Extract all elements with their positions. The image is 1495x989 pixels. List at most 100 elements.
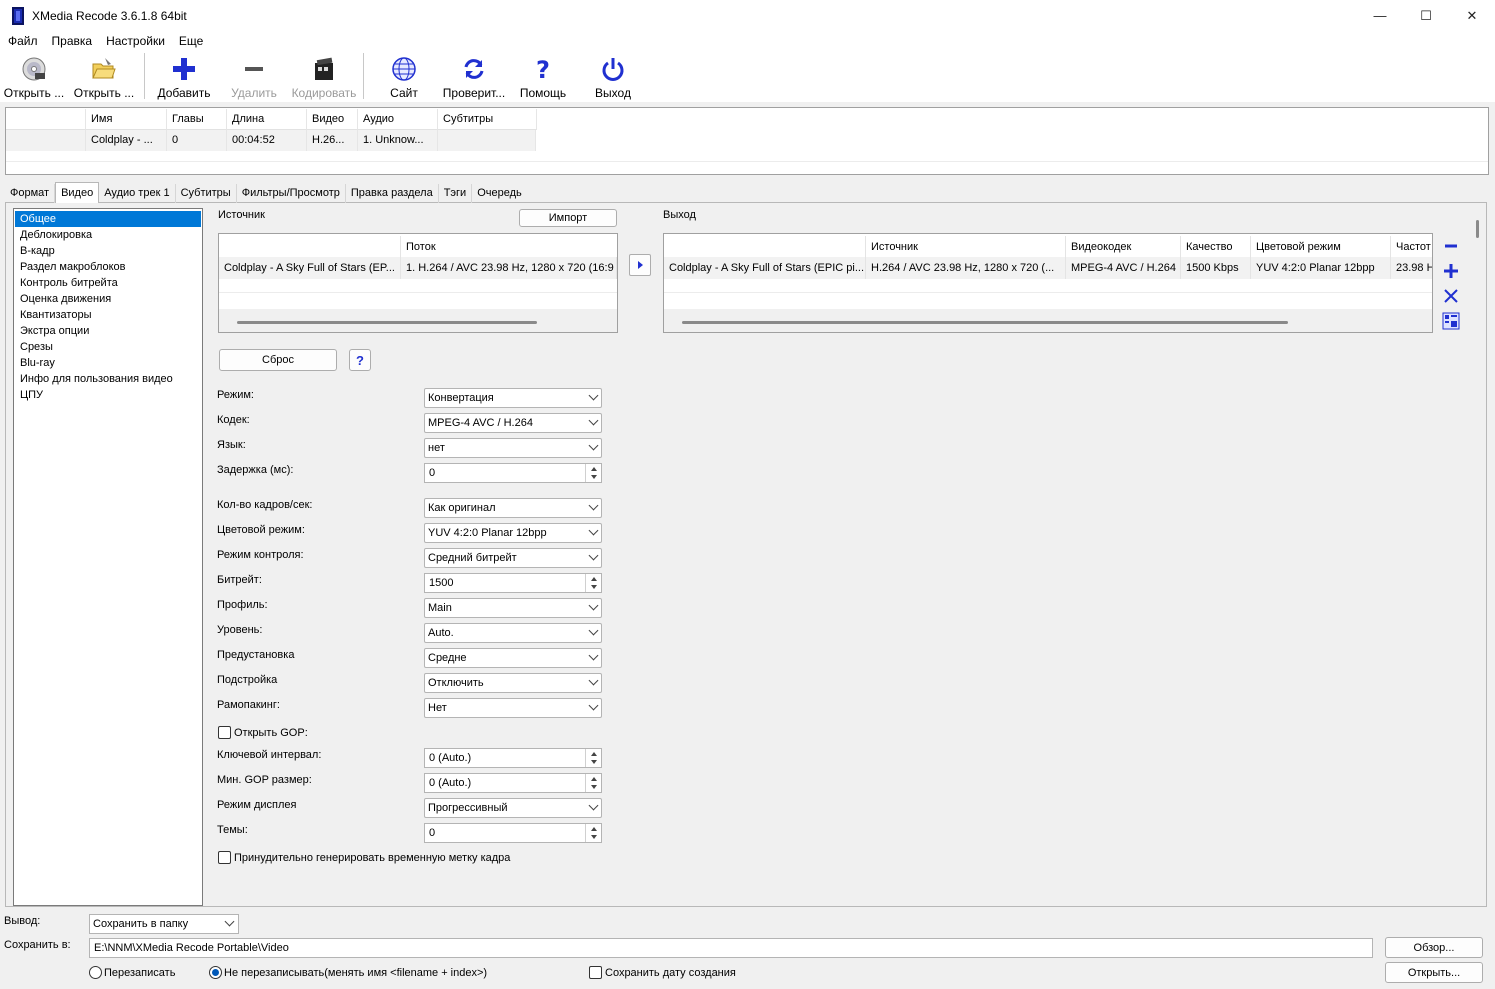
no-overwrite-label: Не перезаписывать(менять имя <filename +… — [224, 967, 488, 979]
tab-video[interactable]: Видео — [55, 182, 100, 203]
column-header-subtitles[interactable]: Субтитры — [438, 109, 537, 130]
tab-queue[interactable]: Очередь — [472, 184, 527, 203]
nav-item-slices[interactable]: Срезы — [15, 339, 201, 355]
color-mode-select[interactable]: YUV 4:2:0 Planar 12bpp — [424, 523, 602, 543]
scrollbar-thumb[interactable] — [682, 321, 1288, 324]
open-disc-button[interactable]: Открыть ... — [0, 51, 68, 101]
nav-item-bitrate-control[interactable]: Контроль битрейта — [15, 275, 201, 291]
menu-settings[interactable]: Настройки — [99, 31, 172, 51]
nav-item-general[interactable]: Общее — [15, 211, 201, 227]
column-header-name[interactable]: Имя — [86, 109, 167, 130]
spin-buttons[interactable] — [585, 464, 601, 482]
spin-buttons[interactable] — [585, 774, 601, 792]
browse-button[interactable]: Обзор... — [1385, 937, 1483, 958]
spin-buttons[interactable] — [585, 824, 601, 842]
min-gop-stepper[interactable]: 0 (Auto.) — [424, 773, 602, 793]
column-header-color-mode[interactable]: Цветовой режим — [1251, 236, 1391, 258]
open-folder-button[interactable]: Открыть... — [1385, 962, 1483, 983]
tab-audio-track-1[interactable]: Аудио трек 1 — [99, 184, 176, 203]
column-header-length[interactable]: Длина — [227, 109, 307, 130]
add-to-output-button[interactable] — [629, 254, 651, 276]
threads-stepper[interactable]: 0 — [424, 823, 602, 843]
column-header[interactable] — [6, 109, 86, 130]
open-gop-checkbox[interactable] — [218, 726, 231, 739]
help-button[interactable]: ? Помощь — [508, 51, 578, 101]
force-timestamp-checkbox[interactable] — [218, 851, 231, 864]
tab-format[interactable]: Формат — [5, 184, 56, 203]
check-updates-button[interactable]: Проверит... — [440, 51, 508, 101]
scrollbar-thumb[interactable] — [237, 321, 537, 324]
nav-item-extra-options[interactable]: Экстра опции — [15, 323, 201, 339]
add-button[interactable]: Добавить — [149, 51, 219, 101]
close-button[interactable]: ✕ — [1449, 0, 1495, 31]
tune-select[interactable]: Отключить — [424, 673, 602, 693]
menu-more[interactable]: Еще — [172, 31, 210, 51]
menu-edit[interactable]: Правка — [45, 31, 100, 51]
tab-subtitles[interactable]: Субтитры — [176, 184, 237, 203]
column-header-chapters[interactable]: Главы — [167, 109, 227, 130]
keep-date-checkbox[interactable] — [589, 966, 602, 979]
fps-select[interactable]: Как оригинал — [424, 498, 602, 518]
maximize-button[interactable]: ☐ — [1403, 0, 1449, 31]
tab-filters-preview[interactable]: Фильтры/Просмотр — [237, 184, 346, 203]
nav-item-b-frame[interactable]: B-кадр — [15, 243, 201, 259]
table-row[interactable]: Coldplay - A Sky Full of Stars (EPIC pi.… — [664, 257, 1432, 279]
mode-select[interactable]: Конвертация — [424, 388, 602, 408]
file-list[interactable]: Имя Главы Длина Видео Аудио Субтитры Col… — [5, 107, 1489, 175]
language-select[interactable]: нет — [424, 438, 602, 458]
question-icon: ? — [529, 55, 557, 83]
preset-select[interactable]: Средне — [424, 648, 602, 668]
tab-tags[interactable]: Тэги — [439, 184, 473, 203]
output-mode-select[interactable]: Сохранить в папку — [89, 914, 239, 934]
nav-item-motion-estimation[interactable]: Оценка движения — [15, 291, 201, 307]
nav-item-macroblocks[interactable]: Раздел макроблоков — [15, 259, 201, 275]
column-header-audio[interactable]: Аудио — [358, 109, 438, 130]
codec-select[interactable]: MPEG-4 AVC / H.264 — [424, 413, 602, 433]
minimize-button[interactable]: — — [1357, 0, 1403, 31]
nav-item-vui[interactable]: Инфо для пользования видео — [15, 371, 201, 387]
rate-control-select[interactable]: Средний битрейт — [424, 548, 602, 568]
reset-button[interactable]: Сброс — [219, 349, 337, 371]
exit-button[interactable]: Выход — [578, 51, 648, 101]
chevron-down-icon — [224, 916, 235, 927]
spin-buttons[interactable] — [585, 749, 601, 767]
table-row[interactable]: Coldplay - A Sky Full of Stars (EP... 1.… — [219, 257, 617, 279]
nav-item-quantizers[interactable]: Квантизаторы — [15, 307, 201, 323]
overwrite-radio[interactable] — [89, 966, 102, 979]
site-button[interactable]: Сайт — [368, 51, 440, 101]
menu-file[interactable]: Файл — [0, 31, 45, 51]
table-row[interactable]: Coldplay - ... 0 00:04:52 H.26... 1. Unk… — [6, 130, 536, 151]
column-header-video[interactable]: Видео — [307, 109, 358, 130]
settings-help-button[interactable]: ? — [349, 349, 371, 371]
remove-button[interactable]: Удалить — [219, 51, 289, 101]
column-header-frequency[interactable]: Частот — [1391, 236, 1432, 258]
source-stream-grid[interactable]: Поток Coldplay - A Sky Full of Stars (EP… — [218, 233, 618, 333]
level-select[interactable]: Auto. — [424, 623, 602, 643]
stream-properties-button[interactable] — [1441, 311, 1461, 331]
profile-select[interactable]: Main — [424, 598, 602, 618]
no-overwrite-radio[interactable] — [209, 966, 222, 979]
column-header-video-codec[interactable]: Видеокодек — [1066, 236, 1181, 258]
display-mode-select[interactable]: Прогрессивный — [424, 798, 602, 818]
nav-item-cpu[interactable]: ЦПУ — [15, 387, 201, 403]
nav-item-bluray[interactable]: Blu-ray — [15, 355, 201, 371]
save-path-input[interactable]: E:\NNM\XMedia Recode Portable\Video — [89, 938, 1373, 958]
import-button[interactable]: Импорт — [519, 209, 617, 227]
bitrate-stepper[interactable]: 1500 — [424, 573, 602, 593]
add-stream-button[interactable] — [1441, 261, 1461, 281]
tab-chapter-edit[interactable]: Правка раздела — [346, 184, 439, 203]
remove-stream-button[interactable] — [1441, 236, 1461, 256]
keyint-stepper[interactable]: 0 (Auto.) — [424, 748, 602, 768]
vertical-scrollbar-thumb[interactable] — [1476, 220, 1479, 238]
encode-button[interactable]: Кодировать — [289, 51, 359, 101]
column-header-quality[interactable]: Качество — [1181, 236, 1251, 258]
clear-streams-button[interactable] — [1441, 286, 1461, 306]
nav-item-deblocking[interactable]: Деблокировка — [15, 227, 201, 243]
frame-packing-select[interactable]: Нет — [424, 698, 602, 718]
delay-stepper[interactable]: 0 — [424, 463, 602, 483]
column-header-source[interactable]: Источник — [866, 236, 1066, 258]
spin-buttons[interactable] — [585, 574, 601, 592]
open-file-button[interactable]: Открыть ... — [68, 51, 140, 101]
column-header-stream[interactable]: Поток — [401, 236, 617, 258]
output-stream-grid[interactable]: Источник Видеокодек Качество Цветовой ре… — [663, 233, 1433, 333]
